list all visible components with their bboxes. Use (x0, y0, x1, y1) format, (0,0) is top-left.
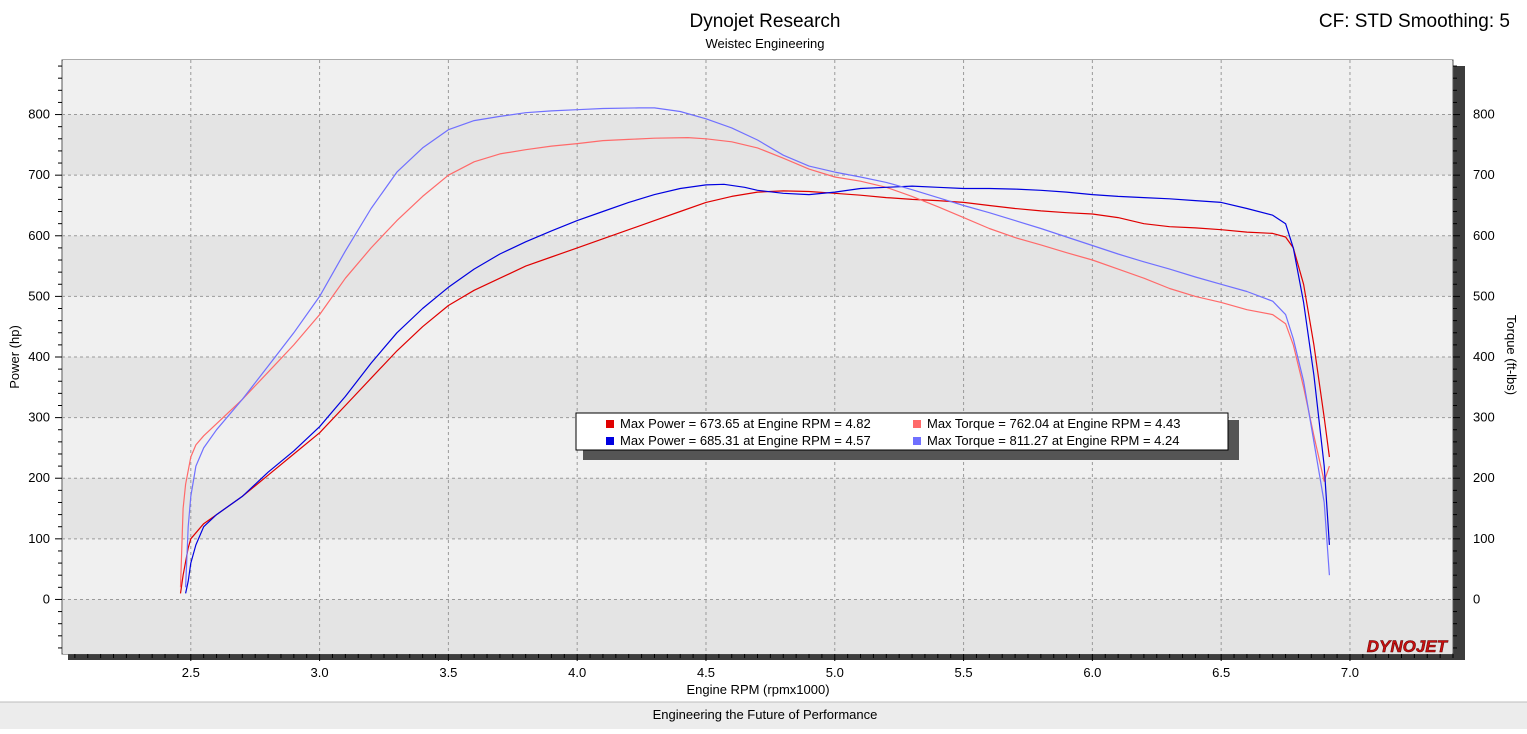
plot-band (63, 478, 1452, 539)
plot-band (63, 175, 1452, 236)
plot-bands (63, 60, 1452, 654)
left-axis: 0 100 200 300 400 500 600 700 800 (28, 65, 62, 649)
left-tick-label: 300 (28, 410, 50, 425)
legend-label: Max Power = 673.65 at Engine RPM = 4.82 (620, 416, 871, 431)
x-tick-label: 5.0 (826, 665, 844, 680)
plot-band (63, 60, 1452, 115)
plot-band (63, 357, 1452, 418)
left-tick-label: 400 (28, 349, 50, 364)
left-tick-label: 600 (28, 228, 50, 243)
footer-tagline: Engineering the Future of Performance (653, 707, 878, 722)
right-tick-label: 700 (1473, 167, 1495, 182)
dyno-chart: Dynojet Research Weistec Engineering CF:… (0, 0, 1527, 729)
chart-subtitle: Weistec Engineering (706, 36, 825, 51)
x-tick-label: 3.5 (439, 665, 457, 680)
left-tick-label: 100 (28, 531, 50, 546)
left-tick-label: 500 (28, 288, 50, 303)
chart-title: Dynojet Research (689, 11, 840, 32)
x-tick-label: 2.5 (182, 665, 200, 680)
legend-swatch (606, 420, 614, 428)
right-tick-label: 100 (1473, 531, 1495, 546)
plot-band (63, 538, 1452, 600)
right-tick-label: 500 (1473, 288, 1495, 303)
right-tick-label: 800 (1473, 107, 1495, 122)
x-tick-label: 4.0 (568, 665, 586, 680)
legend-label: Max Power = 685.31 at Engine RPM = 4.57 (620, 433, 871, 448)
x-axis-label: Engine RPM (rpmx1000) (686, 682, 829, 697)
right-tick-label: 600 (1473, 228, 1495, 243)
dynojet-logo: DYNOJET (1367, 637, 1449, 656)
right-tick-label: 0 (1473, 591, 1480, 606)
right-tick-label: 400 (1473, 349, 1495, 364)
x-tick-label: 3.0 (311, 665, 329, 680)
legend-label: Max Torque = 811.27 at Engine RPM = 4.24 (927, 433, 1179, 448)
y-axis-label-left: Power (hp) (7, 325, 22, 389)
legend-swatch (913, 437, 921, 445)
legend-swatch (913, 420, 921, 428)
x-tick-label: 6.5 (1212, 665, 1230, 680)
legend-swatch (606, 437, 614, 445)
right-tick-label: 300 (1473, 410, 1495, 425)
plot-band (63, 599, 1452, 654)
plot-band (63, 114, 1452, 176)
left-tick-label: 200 (28, 470, 50, 485)
x-tick-label: 4.5 (697, 665, 715, 680)
legend: Max Power = 673.65 at Engine RPM = 4.82 M… (575, 412, 1239, 460)
left-tick-label: 800 (28, 107, 50, 122)
left-tick-label: 0 (43, 591, 50, 606)
plot-band (63, 235, 1452, 297)
y-axis-label-right: Torque (ft-lbs) (1504, 315, 1519, 395)
left-tick-label: 700 (28, 167, 50, 182)
legend-label: Max Torque = 762.04 at Engine RPM = 4.43 (927, 416, 1180, 431)
right-tick-label: 200 (1473, 470, 1495, 485)
x-tick-label: 7.0 (1341, 665, 1359, 680)
plot-band (63, 296, 1452, 357)
settings-label: CF: STD Smoothing: 5 (1319, 11, 1510, 32)
x-tick-label: 5.5 (955, 665, 973, 680)
x-tick-label: 6.0 (1083, 665, 1101, 680)
